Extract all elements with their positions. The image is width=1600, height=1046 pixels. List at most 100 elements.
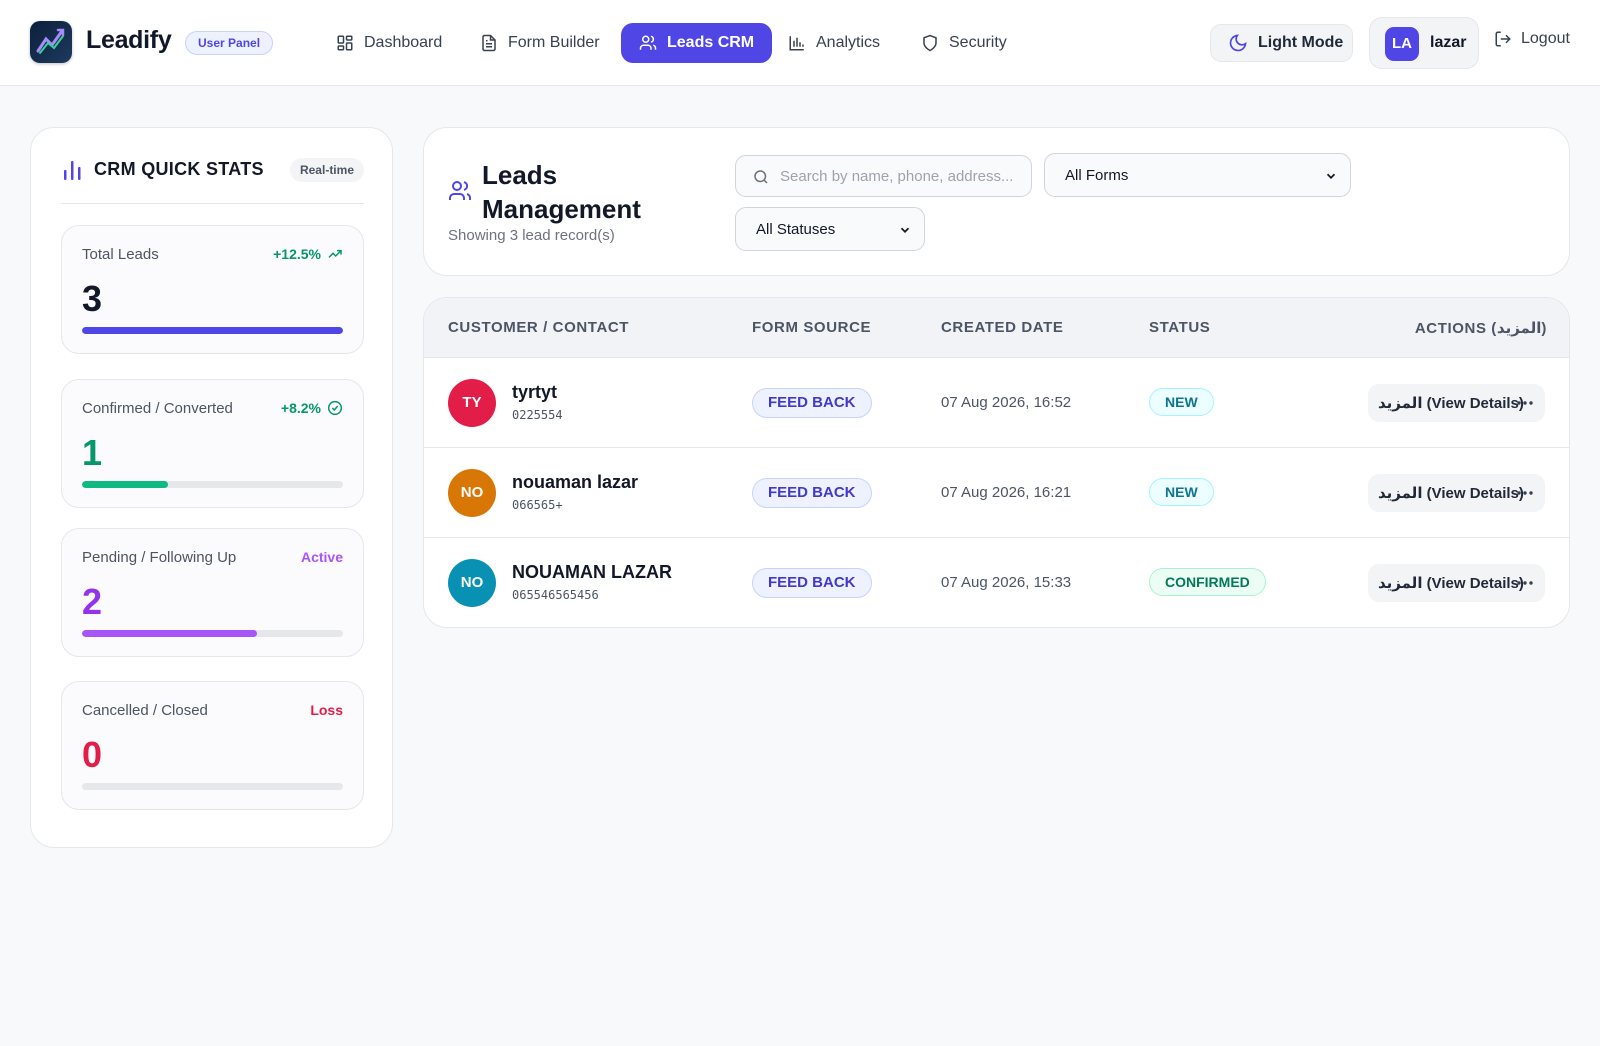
stat-progress-track bbox=[82, 783, 343, 790]
more-dots-icon[interactable] bbox=[1517, 581, 1533, 585]
nav-security-label: Security bbox=[949, 34, 1007, 51]
view-details-button[interactable]: المزيد (View Details) bbox=[1368, 564, 1545, 602]
view-details-button[interactable]: المزيد (View Details) bbox=[1368, 384, 1545, 422]
lead-avatar: NO bbox=[448, 559, 496, 607]
crm-quick-stats-panel: CRM QUICK STATS Real-time Total Leads +1… bbox=[30, 127, 393, 848]
lead-avatar: TY bbox=[448, 379, 496, 427]
stat-delta-text: +8.2% bbox=[280, 400, 321, 416]
created-date: 07 Aug 2026, 15:33 bbox=[941, 574, 1072, 591]
theme-toggle-button[interactable]: Light Mode bbox=[1210, 24, 1353, 62]
lead-phone: 066565+ bbox=[512, 498, 563, 512]
nav-dashboard-label: Dashboard bbox=[364, 34, 443, 51]
column-header-customer[interactable]: CUSTOMER / CONTACT bbox=[448, 319, 629, 336]
column-header-created-date[interactable]: CREATED DATE bbox=[941, 319, 1063, 336]
moon-icon bbox=[1229, 34, 1247, 52]
form-filter-select[interactable]: All Forms bbox=[1044, 153, 1351, 197]
stat-value: 0 bbox=[82, 734, 103, 775]
status-badge: NEW bbox=[1149, 478, 1214, 506]
table-row[interactable]: TY tyrtyt 0225554 FEED BACK 07 Aug 2026,… bbox=[424, 358, 1569, 448]
logout-icon bbox=[1495, 31, 1511, 47]
status-filter-select[interactable]: All Statuses bbox=[735, 207, 925, 251]
page-title: Leads Management bbox=[482, 160, 641, 224]
users-icon bbox=[449, 181, 472, 200]
check-circle-icon bbox=[327, 400, 343, 416]
nav-leads-crm[interactable]: Leads CRM bbox=[621, 23, 773, 63]
stat-value: 3 bbox=[82, 278, 103, 319]
document-icon bbox=[482, 34, 496, 52]
shield-icon bbox=[923, 34, 937, 52]
avatar: LA bbox=[1385, 27, 1419, 61]
stat-label: Confirmed / Converted bbox=[82, 400, 233, 417]
stat-delta-text: +12.5% bbox=[273, 246, 321, 262]
nav-analytics[interactable]: Analytics bbox=[770, 23, 898, 63]
stat-delta: Loss bbox=[310, 702, 343, 718]
table-row[interactable]: NO NOUAMAN LAZAR 065546565456 FEED BACK … bbox=[424, 538, 1569, 627]
lead-phone: 0225554 bbox=[512, 408, 563, 422]
realtime-badge: Real-time bbox=[289, 158, 364, 182]
more-dots-icon[interactable] bbox=[1517, 401, 1533, 405]
stat-confirmed: Confirmed / Converted +8.2% 1 bbox=[61, 379, 364, 508]
stat-delta: +12.5% bbox=[273, 246, 343, 262]
stats-title: CRM QUICK STATS bbox=[94, 159, 264, 179]
bar-chart-icon bbox=[789, 36, 804, 51]
stat-progress-fill bbox=[82, 327, 343, 334]
trending-up-icon bbox=[328, 249, 342, 258]
search-field[interactable] bbox=[735, 155, 1032, 197]
table-row[interactable]: NO nouaman lazar 066565+ FEED BACK 07 Au… bbox=[424, 448, 1569, 538]
stat-delta: Active bbox=[301, 549, 343, 565]
stat-progress-track bbox=[82, 327, 343, 334]
users-icon bbox=[639, 35, 657, 50]
column-header-status[interactable]: STATUS bbox=[1149, 319, 1210, 336]
nav-form-builder-label: Form Builder bbox=[508, 34, 600, 51]
search-input[interactable] bbox=[780, 156, 1026, 196]
theme-toggle-label: Light Mode bbox=[1258, 34, 1344, 51]
top-navbar: Leadify User Panel Dashboard Form Builde… bbox=[0, 0, 1600, 86]
status-badge: NEW bbox=[1149, 388, 1214, 416]
user-menu[interactable]: LA lazar bbox=[1369, 17, 1479, 69]
created-date: 07 Aug 2026, 16:21 bbox=[941, 484, 1072, 501]
leadify-logo-icon[interactable] bbox=[30, 21, 72, 63]
nav-analytics-label: Analytics bbox=[816, 34, 881, 51]
dashboard-grid-icon bbox=[337, 35, 353, 51]
logout-button[interactable]: Logout bbox=[1494, 30, 1570, 48]
lead-phone: 065546565456 bbox=[512, 588, 599, 602]
nav-security[interactable]: Security bbox=[903, 23, 1025, 63]
stat-label: Cancelled / Closed bbox=[82, 702, 208, 719]
leads-table: CUSTOMER / CONTACT FORM SOURCE CREATED D… bbox=[423, 297, 1570, 628]
status-filter-value: All Statuses bbox=[756, 221, 836, 238]
stat-progress-track bbox=[82, 630, 343, 637]
lead-avatar: NO bbox=[448, 469, 496, 517]
stat-label: Pending / Following Up bbox=[82, 549, 237, 566]
column-header-form-source[interactable]: FORM SOURCE bbox=[752, 319, 871, 336]
stat-delta-text: Active bbox=[300, 549, 343, 565]
stat-progress-track bbox=[82, 481, 343, 488]
form-filter-value: All Forms bbox=[1065, 167, 1129, 184]
lead-name[interactable]: tyrtyt bbox=[512, 382, 557, 403]
stat-label: Total Leads bbox=[82, 246, 159, 263]
search-icon bbox=[754, 170, 768, 184]
stat-pending: Pending / Following Up Active 2 bbox=[61, 528, 364, 657]
chevron-down-icon bbox=[900, 227, 910, 233]
user-panel-badge: User Panel bbox=[185, 31, 274, 55]
lead-name[interactable]: nouaman lazar bbox=[512, 472, 638, 493]
view-details-button[interactable]: المزيد (View Details) bbox=[1368, 474, 1545, 512]
stat-progress-fill bbox=[82, 481, 169, 488]
leads-management-header: Leads Management Showing 3 lead record(s… bbox=[423, 127, 1570, 276]
nav-leads-crm-label: Leads CRM bbox=[667, 34, 755, 51]
view-details-label: المزيد (View Details) bbox=[1378, 575, 1524, 592]
more-dots-icon[interactable] bbox=[1517, 491, 1533, 495]
stat-value: 2 bbox=[82, 581, 103, 622]
table-header: CUSTOMER / CONTACT FORM SOURCE CREATED D… bbox=[424, 298, 1569, 358]
stat-value: 1 bbox=[82, 432, 103, 473]
nav-form-builder[interactable]: Form Builder bbox=[462, 23, 618, 63]
created-date: 07 Aug 2026, 16:52 bbox=[941, 394, 1072, 411]
lead-name[interactable]: NOUAMAN LAZAR bbox=[512, 562, 672, 583]
logout-label: Logout bbox=[1521, 30, 1570, 47]
nav-dashboard[interactable]: Dashboard bbox=[318, 23, 460, 63]
user-name: lazar bbox=[1430, 34, 1467, 51]
stats-header: CRM QUICK STATS Real-time bbox=[61, 158, 364, 204]
chevron-down-icon bbox=[1326, 173, 1336, 179]
status-badge: CONFIRMED bbox=[1149, 568, 1266, 596]
column-header-actions: ACTIONS (المزيد) bbox=[1414, 320, 1547, 337]
brand-name[interactable]: Leadify bbox=[86, 26, 172, 55]
